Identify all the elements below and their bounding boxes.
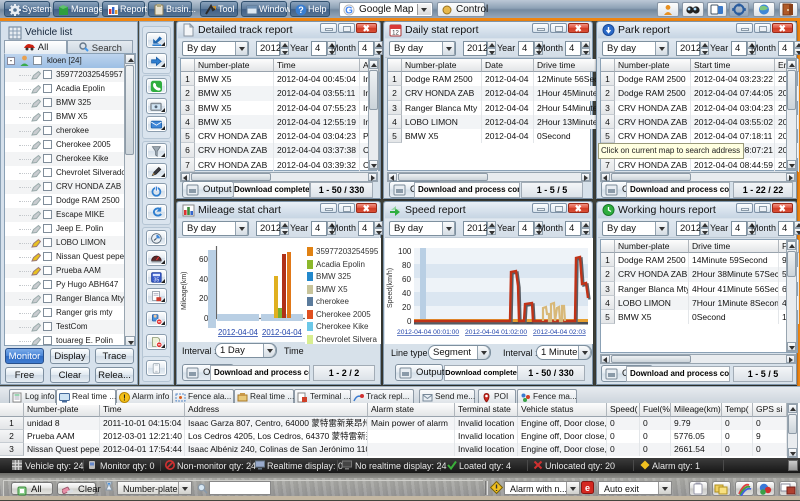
svg-text:35: 35 <box>154 277 160 283</box>
svg-text:12: 12 <box>392 31 399 37</box>
svg-text:20: 20 <box>199 294 208 303</box>
svg-text:2012-04-04: 2012-04-04 <box>262 328 303 337</box>
svg-text:e: e <box>585 483 590 493</box>
svg-text:Speed(km/h): Speed(km/h) <box>387 268 394 308</box>
svg-text:2012-04-04: 2012-04-04 <box>218 328 259 337</box>
svg-text:80: 80 <box>402 261 411 270</box>
svg-text:G: G <box>345 6 353 17</box>
svg-text:60: 60 <box>199 255 208 264</box>
svg-text:40: 40 <box>199 275 208 284</box>
svg-text:2012-04-04 01:02:00: 2012-04-04 01:02:00 <box>465 329 527 336</box>
svg-text:!: ! <box>123 394 126 403</box>
svg-text:60: 60 <box>402 275 411 284</box>
svg-text:0: 0 <box>407 317 412 326</box>
svg-text:100: 100 <box>398 247 412 256</box>
svg-text:2012-04-04 00:01:00: 2012-04-04 00:01:00 <box>397 329 459 336</box>
svg-text:2012-04-04 02:03: 2012-04-04 02:03 <box>533 329 586 336</box>
svg-text:Mileage(km): Mileage(km) <box>181 271 188 310</box>
svg-text:20: 20 <box>402 303 411 312</box>
svg-text:?: ? <box>298 5 304 15</box>
svg-text:40: 40 <box>402 289 411 298</box>
